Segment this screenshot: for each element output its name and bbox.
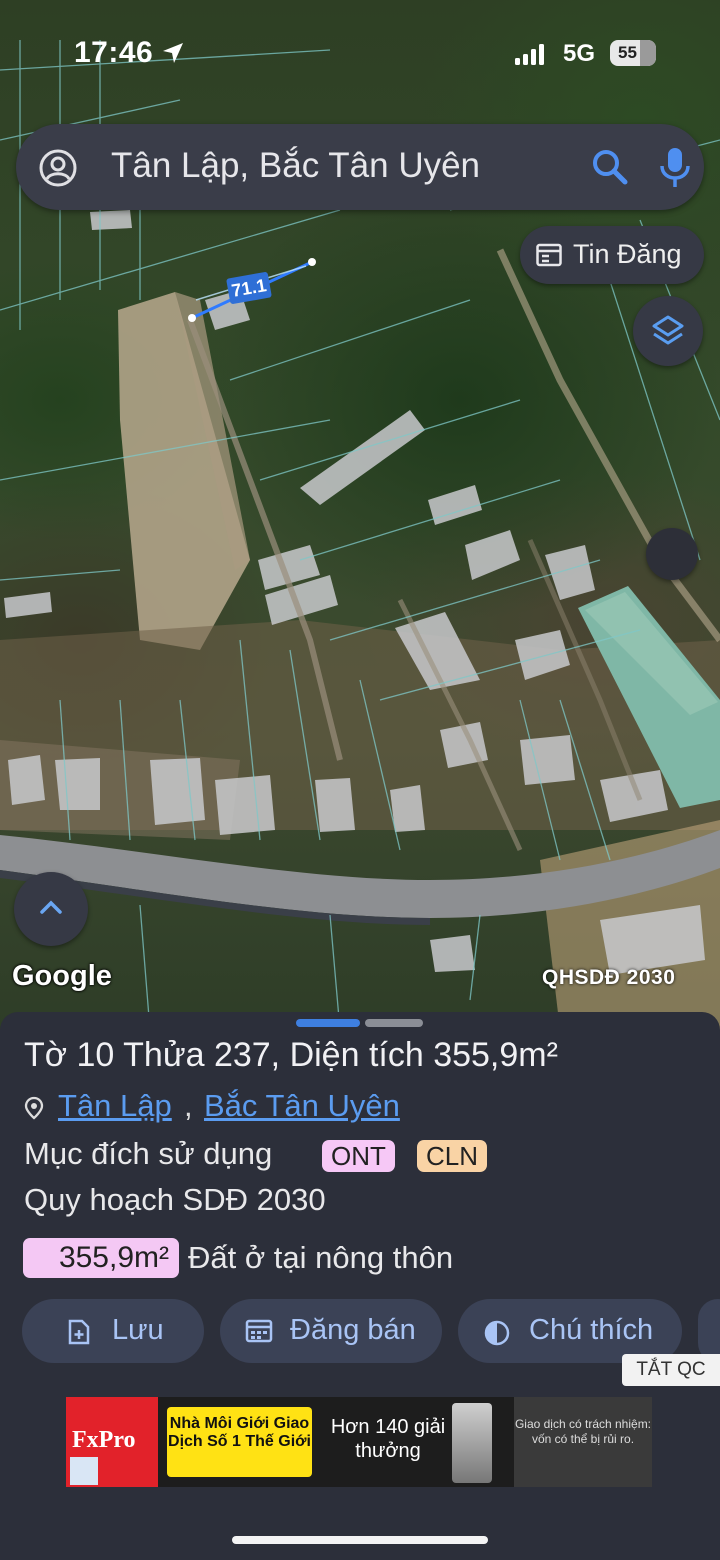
- sheet-handle-active[interactable]: [296, 1019, 360, 1027]
- ad-choices-icon[interactable]: [70, 1457, 98, 1485]
- chevron-up-icon: [40, 900, 62, 914]
- add-doc-icon: [68, 1319, 90, 1345]
- account-icon[interactable]: [38, 148, 78, 188]
- ad-disclaimer: Giao dịch có trách nhiệm: vốn có thể bị …: [514, 1397, 652, 1487]
- post-sale-button[interactable]: Đăng bán: [220, 1299, 442, 1363]
- listing-button[interactable]: Tin Đăng: [520, 226, 704, 284]
- layers-icon: [652, 315, 684, 345]
- sheet-handle[interactable]: [365, 1019, 423, 1027]
- search-input[interactable]: Tân Lập, Bắc Tân Uyên: [111, 146, 480, 186]
- ad-brand: FxPro: [72, 1427, 136, 1453]
- area-badge: 355,9m²: [23, 1238, 179, 1278]
- land-use-tag-ont: ONT: [322, 1140, 395, 1172]
- status-time: 17:46: [74, 36, 154, 69]
- google-logo: Google: [12, 960, 112, 992]
- location-pin-icon: [24, 1096, 44, 1120]
- location-separator: ,: [184, 1088, 193, 1123]
- ad-off-button[interactable]: TẮT QC: [622, 1354, 720, 1386]
- map-layer-label: QHSDĐ 2030: [542, 966, 676, 989]
- plan-label: Quy hoạch SDĐ 2030: [24, 1182, 326, 1217]
- area-description: Đất ở tại nông thôn: [188, 1240, 454, 1275]
- ad-badge: Nhà Môi Giới Giao Dịch Số 1 Thế Giới: [167, 1407, 312, 1477]
- location-arrow-icon: [163, 43, 183, 63]
- floating-circle-button[interactable]: [646, 528, 698, 580]
- trophy-icon: [452, 1403, 492, 1483]
- network-type: 5G: [563, 40, 596, 67]
- layers-button[interactable]: [633, 296, 703, 366]
- search-bar[interactable]: Tân Lập, Bắc Tân Uyên: [16, 124, 704, 210]
- legend-button-label: Chú thích: [529, 1314, 654, 1346]
- contrast-icon: [484, 1320, 510, 1346]
- location-link-district[interactable]: Bắc Tân Uyên: [204, 1088, 400, 1124]
- parcel-info-sheet: Tờ 10 Thửa 237, Diện tích 355,9m² Tân Lậ…: [0, 1012, 720, 1560]
- signal-icon: [515, 44, 544, 65]
- battery-icon: 55: [610, 40, 656, 66]
- map-view[interactable]: 71.1 17:46 5G 55 Tân Lập, Bắc Tân Uyên T…: [0, 0, 720, 1030]
- post-sale-button-label: Đăng bán: [290, 1314, 416, 1346]
- mic-icon[interactable]: [659, 146, 691, 188]
- listing-icon: [536, 243, 562, 267]
- status-bar: 17:46 5G 55: [0, 0, 720, 100]
- location-link-commune[interactable]: Tân Lập: [58, 1088, 172, 1124]
- purpose-label: Mục đích sử dụng: [24, 1136, 273, 1171]
- home-indicator[interactable]: [232, 1536, 488, 1544]
- parcel-title: Tờ 10 Thửa 237, Diện tích 355,9m²: [24, 1036, 558, 1074]
- calendar-icon: [245, 1319, 273, 1343]
- battery-level: 55: [618, 43, 637, 62]
- listing-button-label: Tin Đăng: [573, 239, 682, 269]
- save-button-label: Lưu: [112, 1314, 164, 1346]
- ad-middle-text: Hơn 140 giải thưởng: [330, 1416, 446, 1462]
- ad-brand-block: FxPro: [66, 1397, 158, 1487]
- land-use-tag-cln: CLN: [417, 1140, 488, 1172]
- ad-banner[interactable]: FxPro Nhà Môi Giới Giao Dịch Số 1 Thế Gi…: [66, 1397, 652, 1487]
- search-icon[interactable]: [590, 147, 630, 187]
- save-button[interactable]: Lưu: [22, 1299, 204, 1363]
- expand-up-button[interactable]: [14, 872, 88, 946]
